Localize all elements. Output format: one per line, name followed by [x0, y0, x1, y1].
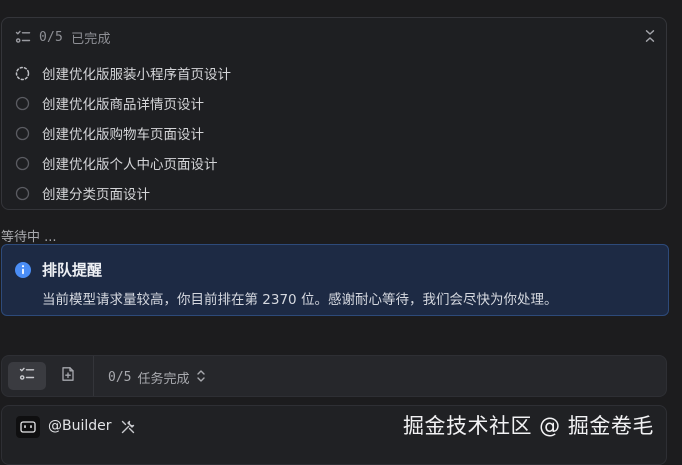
file-button[interactable] — [49, 362, 87, 390]
task-summary-count: 0/5 — [108, 370, 132, 385]
queue-notice-title: 排队提醒 — [42, 261, 103, 279]
info-icon — [14, 261, 32, 279]
queue-notice-message: 当前模型请求量较高，你目前排在第 2370 位。感谢耐心等待，我们会尽快为你处理… — [42, 292, 558, 308]
task-list: 创建优化版服装小程序首页设计 创建优化版商品详情页设计 创建优化版购物车页面设计 — [15, 58, 231, 208]
bot-icon — [16, 416, 40, 438]
empty-circle-icon — [15, 156, 30, 171]
empty-circle-icon — [15, 126, 30, 141]
checklist-icon — [15, 29, 31, 45]
task-item: 创建优化版商品详情页设计 — [15, 88, 231, 118]
task-item-label: 创建优化版商品详情页设计 — [42, 97, 204, 113]
agent-name[interactable]: @Builder — [48, 418, 112, 434]
toolbar-divider — [93, 356, 94, 396]
empty-circle-icon — [15, 186, 30, 201]
task-item: 创建优化版服装小程序首页设计 — [15, 58, 231, 88]
tools-icon[interactable] — [120, 419, 136, 435]
empty-circle-icon — [15, 96, 30, 111]
collapse-button[interactable] — [642, 28, 658, 46]
task-item-label: 创建优化版个人中心页面设计 — [42, 157, 218, 173]
task-item-label: 创建优化版服装小程序首页设计 — [42, 67, 231, 83]
watermark-text: 掘金技术社区 @ 掘金卷毛 — [403, 414, 654, 438]
task-item: 创建分类页面设计 — [15, 178, 231, 208]
task-item: 创建优化版个人中心页面设计 — [15, 148, 231, 178]
waiting-status: 等待中 ... — [1, 230, 57, 245]
collapse-icon — [644, 28, 656, 47]
checklist-icon — [19, 366, 35, 386]
task-summary-dropdown[interactable]: 0/5 任务完成 — [108, 368, 206, 387]
task-progress-label: 已完成 — [71, 31, 111, 47]
task-summary-label: 任务完成 — [137, 372, 190, 387]
task-item: 创建优化版购物车页面设计 — [15, 118, 231, 148]
file-add-icon — [60, 366, 76, 386]
task-list-header: 0/5 已完成 — [15, 28, 111, 47]
spinner-dashed-circle-icon — [15, 66, 30, 81]
task-list-panel: 0/5 已完成 创建优化版服装小程序首页设计 创建优化版商品详情页设计 创建优化… — [1, 17, 667, 210]
task-item-label: 创建分类页面设计 — [42, 187, 150, 203]
task-list-toggle-button[interactable] — [8, 362, 46, 390]
queue-notice: 排队提醒 当前模型请求量较高，你目前排在第 2370 位。感谢耐心等待，我们会尽… — [1, 244, 669, 316]
task-toolbar: 0/5 任务完成 — [1, 355, 667, 397]
task-item-label: 创建优化版购物车页面设计 — [42, 127, 204, 143]
chevron-up-down-icon — [196, 369, 206, 387]
task-progress-count: 0/5 — [39, 29, 64, 45]
